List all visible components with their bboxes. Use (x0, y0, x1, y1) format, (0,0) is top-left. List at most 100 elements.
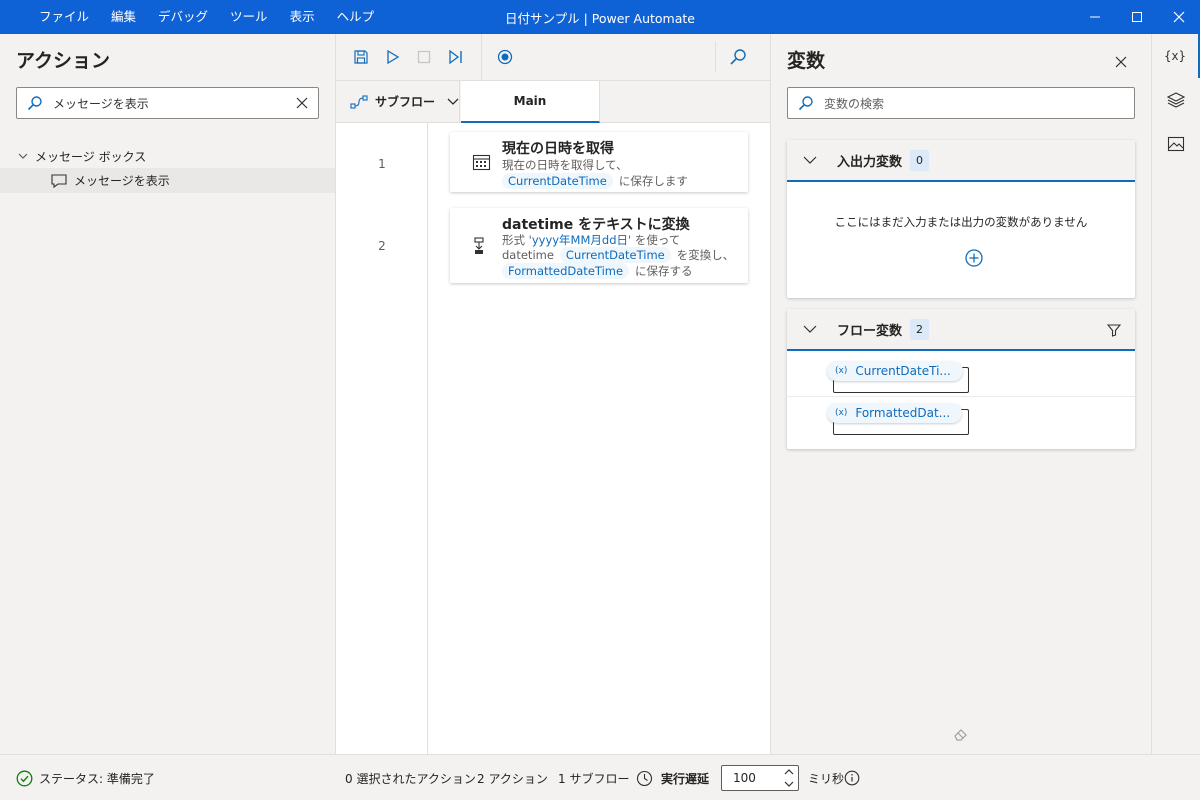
run-next-action-button[interactable] (441, 44, 471, 70)
status-indicator: ステータス: 準備完了 (16, 755, 155, 800)
menu-edit[interactable]: 編集 (100, 0, 147, 34)
close-icon (1115, 56, 1127, 68)
selected-actions-count: 0 選択されたアクション (345, 771, 476, 786)
close-window-button[interactable] (1158, 0, 1200, 34)
variable-name: CurrentDateTi... (855, 364, 951, 378)
editor-tabs: サブフロー Main (336, 81, 770, 123)
status-text: ステータス: 準備完了 (39, 771, 155, 786)
variable-pill[interactable]: FormattedDateTime (502, 263, 630, 279)
find-button[interactable] (723, 44, 753, 70)
close-variables-button[interactable] (1109, 51, 1133, 73)
io-variables-section: 入出力変数 0 ここにはまだ入力または出力の変数がありません (787, 140, 1135, 298)
tree-item-label: メッセージを表示 (74, 174, 170, 188)
flow-variables-title: フロー変数 (837, 323, 903, 339)
menu-bar: ファイル 編集 デバッグ ツール 表示 ヘルプ (28, 0, 385, 34)
variables-panel-title: 変数 (787, 50, 826, 72)
step-output-line: CurrentDateTime に保存します (502, 173, 688, 189)
images-rail-button[interactable] (1152, 122, 1200, 166)
record-button[interactable] (490, 44, 520, 70)
flow-variable-row[interactable]: (x) CurrentDateTi... (787, 355, 1135, 397)
variable-chip[interactable]: (x) FormattedDat... (827, 403, 963, 423)
variable-pill[interactable]: CurrentDateTime (502, 173, 613, 189)
step-text: を変換し、 (676, 248, 735, 262)
eraser-icon (954, 729, 967, 741)
actions-search-box[interactable]: メッセージを表示 (16, 87, 319, 119)
variables-rail-button[interactable]: {x} (1152, 34, 1200, 78)
tree-item-display-message[interactable]: メッセージを表示 (0, 168, 335, 193)
chevron-down-icon (18, 153, 28, 159)
subflow-dropdown[interactable]: サブフロー (336, 81, 460, 122)
chevron-down-icon (803, 156, 817, 164)
clear-button[interactable] (951, 726, 969, 745)
filter-icon[interactable] (1107, 323, 1121, 337)
variable-name: FormattedDat... (855, 406, 951, 420)
actions-panel: アクション メッセージを表示 メッセージ ボックス メッセージを表示 (0, 34, 336, 754)
variables-search-input[interactable]: 変数の検索 (824, 95, 1134, 112)
chevron-down-icon[interactable] (784, 780, 794, 788)
menu-tools[interactable]: ツール (219, 0, 279, 34)
title-bar: ファイル 編集 デバッグ ツール 表示 ヘルプ 日付サンプル | Power A… (0, 0, 1200, 34)
menu-help[interactable]: ヘルプ (326, 0, 386, 34)
convert-icon (472, 237, 486, 258)
stop-icon (417, 50, 431, 64)
chevron-up-icon[interactable] (784, 768, 794, 776)
add-circle-icon (965, 249, 983, 267)
step-description: 現在の日時を取得して、 (502, 158, 628, 172)
run-delay-value: 100 (733, 771, 756, 785)
flow-step-get-datetime[interactable]: 現在の日時を取得 現在の日時を取得して、 CurrentDateTime に保存… (450, 132, 748, 192)
subflow-label: サブフロー (375, 95, 436, 109)
save-button[interactable] (346, 44, 376, 70)
step-text: に保存します (618, 174, 688, 188)
step-text: ' を使って (628, 233, 681, 247)
maximize-icon (1132, 12, 1142, 22)
clear-search-button[interactable] (286, 97, 318, 109)
ui-elements-rail-button[interactable] (1152, 78, 1200, 122)
menu-view[interactable]: 表示 (279, 0, 326, 34)
clock-icon (636, 770, 653, 786)
variables-search-box[interactable]: 変数の検索 (787, 87, 1135, 119)
step-text: 形式 ' (502, 233, 532, 247)
search-icon (730, 49, 746, 65)
calendar-icon (472, 153, 492, 174)
add-io-variable-button[interactable] (964, 248, 984, 271)
minimize-icon (1090, 16, 1100, 18)
stop-button[interactable] (409, 44, 439, 70)
tree-group-label: メッセージ ボックス (35, 149, 147, 164)
tab-main[interactable]: Main (461, 81, 600, 123)
io-variables-header[interactable]: 入出力変数 0 (787, 140, 1135, 182)
close-icon (296, 97, 308, 109)
step-title: datetime をテキストに変換 (502, 217, 690, 233)
actions-panel-title: アクション (16, 50, 111, 72)
step-text: datetime (502, 248, 554, 262)
run-delay-unit: ミリ秒 (808, 771, 845, 786)
step-title: 現在の日時を取得 (502, 141, 614, 157)
info-icon (844, 770, 860, 786)
minimize-button[interactable] (1074, 0, 1116, 34)
flow-variable-row[interactable]: (x) FormattedDat... (787, 397, 1135, 439)
search-icon (788, 95, 824, 111)
run-delay-stepper[interactable] (784, 768, 794, 788)
chevron-down-icon (803, 325, 817, 333)
variable-pill[interactable]: CurrentDateTime (559, 247, 671, 263)
run-delay-input[interactable]: 100 (721, 765, 799, 791)
run-button[interactable] (378, 44, 408, 70)
flow-step-convert-datetime[interactable]: datetime をテキストに変換 形式 ' yyyy年MM月dd日 ' を使って … (450, 208, 748, 283)
io-variables-title: 入出力変数 (837, 154, 903, 170)
run-delay-label-group: 実行遅延 (636, 755, 709, 800)
variables-panel: 変数 変数の検索 入出力変数 0 ここにはまだ入力または出力の変数がありません … (770, 34, 1151, 754)
menu-file[interactable]: ファイル (28, 0, 100, 34)
chevron-down-icon (447, 98, 459, 105)
io-empty-message: ここにはまだ入力または出力の変数がありません (834, 215, 1088, 229)
check-circle-icon (16, 770, 33, 786)
search-icon (17, 95, 53, 111)
menu-debug[interactable]: デバッグ (147, 0, 219, 34)
step-icon (449, 49, 462, 65)
close-icon (1173, 11, 1185, 23)
tree-group-message-boxes[interactable]: メッセージ ボックス (0, 144, 335, 168)
flow-variables-header[interactable]: フロー変数 2 (787, 309, 1135, 351)
side-rail: {x} (1151, 34, 1200, 754)
info-button[interactable] (844, 755, 860, 800)
maximize-button[interactable] (1116, 0, 1158, 34)
actions-search-input[interactable]: メッセージを表示 (53, 95, 286, 112)
variable-chip[interactable]: (x) CurrentDateTi... (827, 361, 963, 381)
